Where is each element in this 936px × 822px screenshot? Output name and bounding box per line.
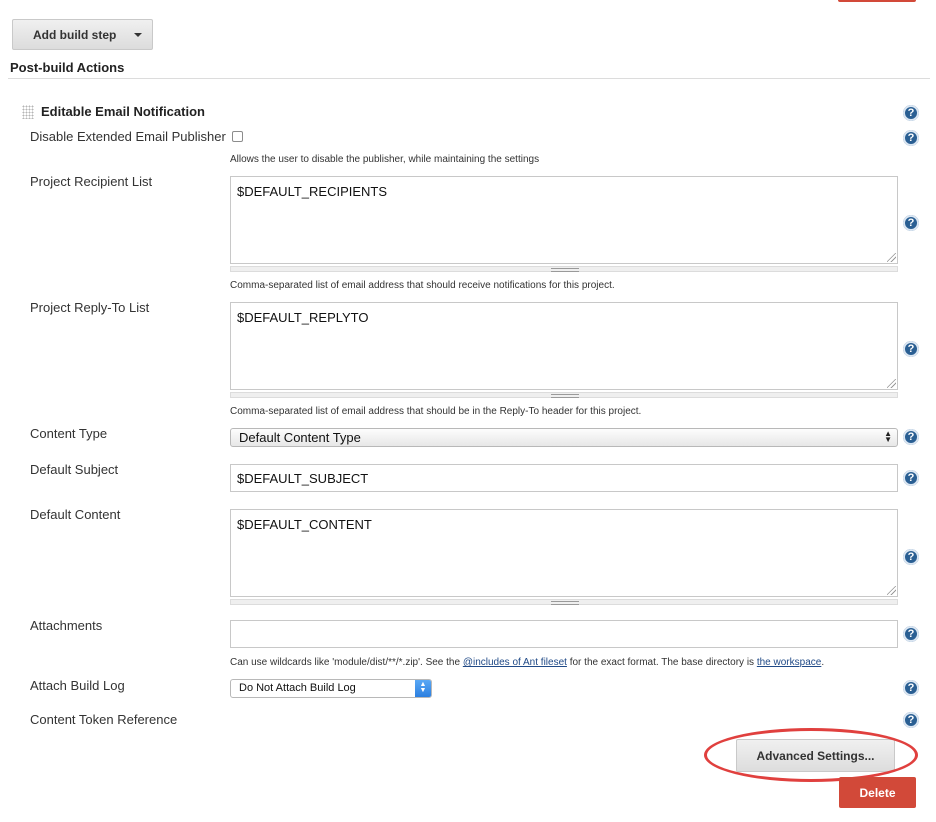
content-type-selected: Default Content Type [239, 430, 361, 445]
disable-publisher-label: Disable Extended Email Publisher [30, 129, 226, 144]
attachments-description-middle: for the exact format. The base directory… [566, 657, 757, 668]
default-subject-value: $DEFAULT_SUBJECT [237, 471, 369, 486]
recipient-list-label: Project Recipient List [30, 174, 153, 189]
recipient-list-description: Comma-separated list of email address th… [230, 280, 615, 291]
default-content-label: Default Content [30, 507, 121, 522]
resize-grip-icon[interactable] [887, 379, 896, 388]
reply-to-list-description: Comma-separated list of email address th… [230, 406, 642, 417]
reply-to-list-expander[interactable] [230, 392, 898, 398]
delete-button[interactable]: Delete [839, 777, 916, 808]
reply-to-list-textarea[interactable]: $DEFAULT_REPLYTO [230, 302, 898, 390]
drag-handle-icon[interactable] [22, 105, 34, 119]
disable-publisher-checkbox[interactable] [232, 131, 243, 142]
highlight-annotation-ellipse [704, 728, 918, 782]
attachments-description-suffix: . [821, 657, 825, 668]
help-icon-plugin[interactable]: ? [903, 105, 919, 121]
help-icon-disable-publisher[interactable]: ? [903, 130, 919, 146]
reply-to-list-value: $DEFAULT_REPLYTO [237, 310, 369, 325]
attach-build-log-selected: Do Not Attach Build Log [239, 682, 356, 694]
plugin-title: Editable Email Notification [41, 104, 205, 119]
default-content-textarea[interactable]: $DEFAULT_CONTENT [230, 509, 898, 597]
content-type-select[interactable]: Default Content Type ▲ ▼ [230, 428, 898, 447]
attachments-description-prefix: Can use wildcards like 'module/dist/**/*… [230, 657, 463, 668]
help-icon-recipient-list[interactable]: ? [903, 215, 919, 231]
help-icon-content-token-reference[interactable]: ? [903, 712, 919, 728]
help-icon-attach-build-log[interactable]: ? [903, 680, 919, 696]
top-cutoff-delete-button[interactable] [838, 0, 916, 2]
add-build-step-label: Add build step [33, 27, 117, 42]
section-title: Post-build Actions [10, 60, 125, 75]
attach-build-log-label: Attach Build Log [30, 678, 125, 693]
disable-publisher-description: Allows the user to disable the publisher… [230, 154, 540, 165]
select-arrows-icon: ▲ ▼ [884, 429, 892, 444]
recipient-list-textarea[interactable]: $DEFAULT_RECIPIENTS [230, 176, 898, 264]
resize-grip-icon[interactable] [887, 586, 896, 595]
default-subject-input[interactable]: $DEFAULT_SUBJECT [230, 464, 898, 492]
content-token-reference-label: Content Token Reference [30, 712, 178, 727]
default-subject-label: Default Subject [30, 462, 119, 477]
section-divider [8, 78, 930, 79]
attachments-label: Attachments [30, 618, 103, 633]
content-type-label: Content Type [30, 426, 108, 441]
ant-fileset-link[interactable]: @includes of Ant fileset [463, 657, 567, 668]
attachments-input[interactable] [230, 620, 898, 648]
help-icon-reply-to-list[interactable]: ? [903, 341, 919, 357]
default-content-value: $DEFAULT_CONTENT [237, 517, 372, 532]
recipient-list-expander[interactable] [230, 266, 898, 272]
reply-to-list-label: Project Reply-To List [30, 300, 150, 315]
resize-grip-icon[interactable] [887, 253, 896, 262]
help-icon-default-subject[interactable]: ? [903, 470, 919, 486]
recipient-list-value: $DEFAULT_RECIPIENTS [237, 184, 388, 199]
select-stepper-icon: ▲ ▼ [415, 680, 431, 697]
chevron-down-icon [134, 33, 142, 37]
help-icon-attachments[interactable]: ? [903, 626, 919, 642]
attachments-description: Can use wildcards like 'module/dist/**/*… [230, 657, 824, 668]
attach-build-log-select[interactable]: Do Not Attach Build Log ▲ ▼ [230, 679, 432, 698]
workspace-link[interactable]: the workspace [757, 657, 821, 668]
default-content-expander[interactable] [230, 599, 898, 605]
help-icon-default-content[interactable]: ? [903, 549, 919, 565]
add-build-step-button[interactable]: Add build step [12, 19, 153, 50]
help-icon-content-type[interactable]: ? [903, 429, 919, 445]
